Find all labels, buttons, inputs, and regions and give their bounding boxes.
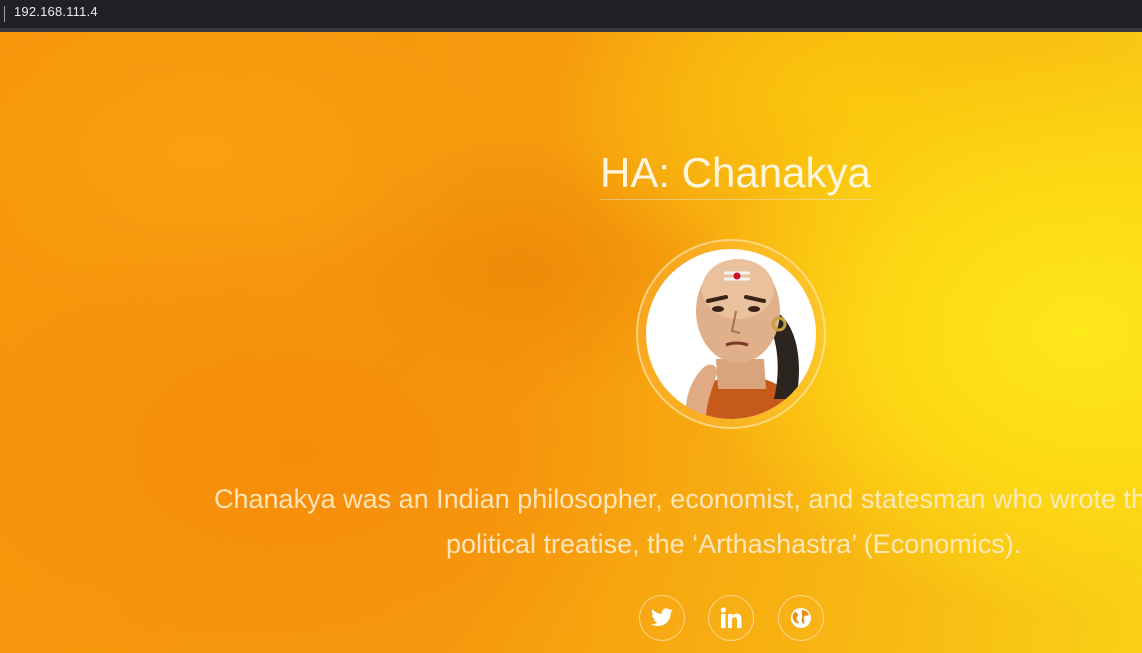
- bio-line-1: Chanakya was an Indian philosopher, econ…: [214, 484, 1142, 514]
- globe-icon: [791, 608, 811, 628]
- avatar-ring: [636, 239, 826, 429]
- linkedin-icon: [720, 607, 742, 628]
- text-cursor: [4, 6, 5, 22]
- hero-section: HA: Chanakya Chanakya was an Indian phil…: [0, 32, 1142, 653]
- twitter-icon: [651, 608, 673, 627]
- bio-line-2: political treatise, the ‘Arthashastra’ (…: [446, 529, 1022, 559]
- browser-address-bar[interactable]: 192.168.111.4: [0, 0, 1142, 32]
- page-title[interactable]: HA: Chanakya: [600, 149, 871, 200]
- linkedin-link[interactable]: [708, 595, 754, 641]
- profile-bio: Chanakya was an Indian philosopher, econ…: [214, 477, 1142, 567]
- chanakya-portrait-icon: [685, 259, 804, 419]
- website-link[interactable]: [778, 595, 824, 641]
- address-url[interactable]: 192.168.111.4: [14, 4, 98, 19]
- twitter-link[interactable]: [639, 595, 685, 641]
- avatar: [646, 249, 816, 419]
